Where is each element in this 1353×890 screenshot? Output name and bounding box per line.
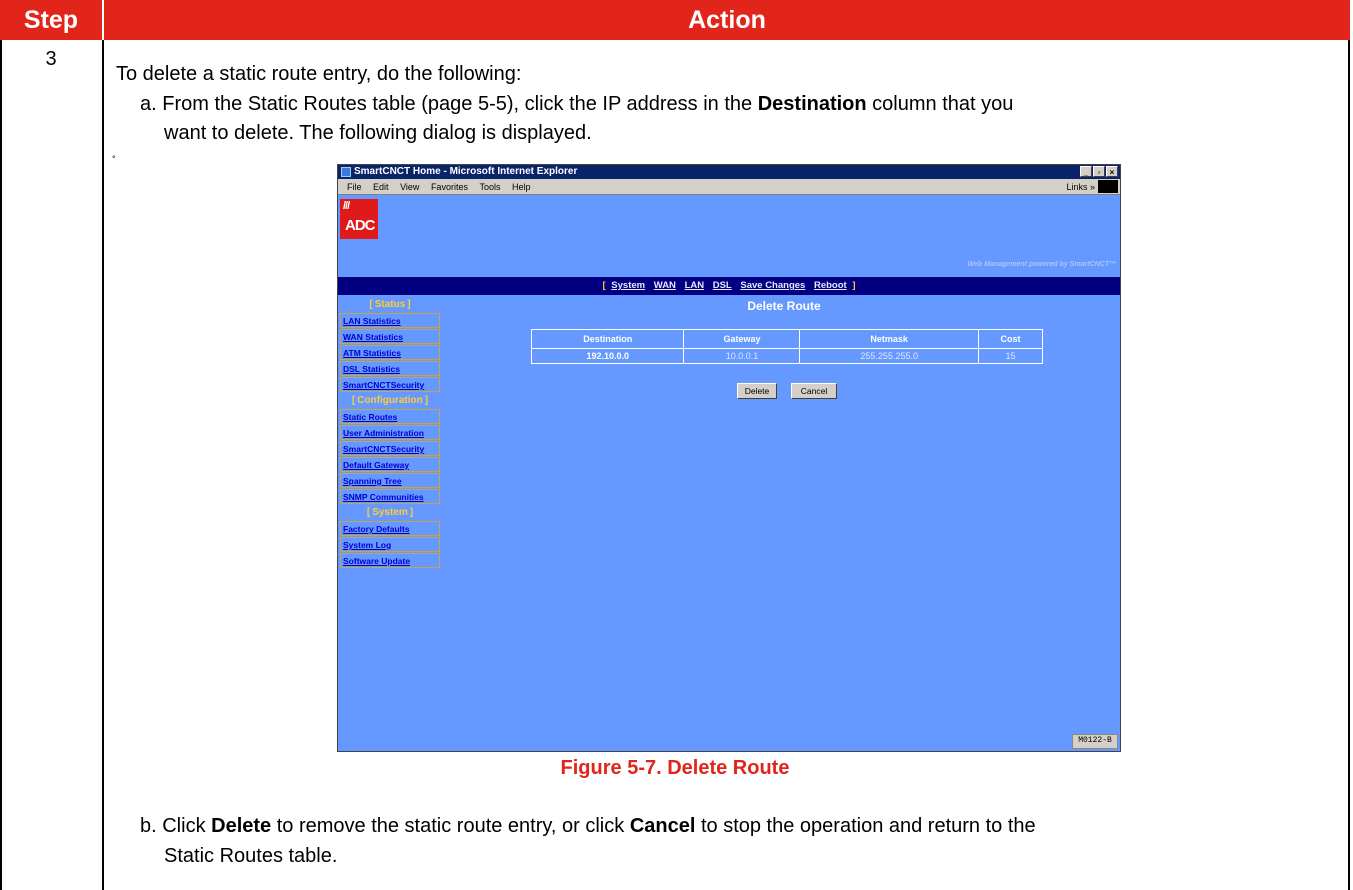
sidebar-item-snmp-communities[interactable]: SNMP Communities	[340, 489, 440, 504]
sidebar-section-system: [System]	[340, 505, 440, 521]
sidebar-item-security-status[interactable]: SmartCNCTSecurity	[340, 377, 440, 392]
nav-wan[interactable]: WAN	[654, 280, 676, 291]
powered-by-text: Web Management powered by SmartCNCT™	[967, 261, 1116, 268]
ie-app-icon	[341, 167, 351, 177]
window-controls: _ ▫ ×	[1080, 166, 1118, 177]
cell-cost: 15	[977, 348, 1044, 364]
sidebar-item-software-update[interactable]: Software Update	[340, 553, 440, 568]
step-b-p2: to remove the static route entry, or cli…	[271, 815, 630, 837]
menu-edit[interactable]: Edit	[373, 179, 389, 195]
nav-system[interactable]: System	[611, 280, 645, 291]
adc-logo: /// ADC	[340, 199, 378, 239]
minimize-icon[interactable]: _	[1080, 166, 1092, 177]
action-column-header: Action	[104, 0, 1350, 40]
step-number: 3	[45, 48, 57, 70]
cell-destination: 192.10.0.0	[530, 348, 685, 364]
step-a-line1: a. From the Static Routes table (page 5-…	[140, 90, 1013, 118]
nav-dsl[interactable]: DSL	[713, 280, 732, 291]
step-b-delete: Delete	[211, 815, 272, 837]
section-label: Configuration	[357, 395, 423, 406]
col-netmask: Netmask	[799, 329, 979, 349]
sidebar-section-configuration: [Configuration]	[340, 393, 440, 409]
sidebar-item-default-gateway[interactable]: Default Gateway	[340, 457, 440, 472]
page-title: Delete Route	[747, 299, 821, 313]
menu-favorites[interactable]: Favorites	[431, 179, 468, 195]
sidebar-item-user-administration[interactable]: User Administration	[340, 425, 440, 440]
bracket-close: ]	[407, 299, 411, 310]
cell-netmask: 255.255.255.0	[799, 348, 979, 364]
col-gateway: Gateway	[683, 329, 801, 349]
step-a-bold: Destination	[757, 93, 867, 115]
menu-bar: File Edit View Favorites Tools Help Link…	[338, 179, 1120, 195]
sidebar-item-factory-defaults[interactable]: Factory Defaults	[340, 521, 440, 536]
cell-gateway: 10.0.0.1	[683, 348, 801, 364]
sidebar-item-atm-statistics[interactable]: ATM Statistics	[340, 345, 440, 360]
logo-slashes: ///	[343, 200, 350, 212]
bracket-close: ]	[409, 507, 414, 518]
small-mark: °	[112, 154, 116, 164]
step-a-prefix: a. From the Static Routes table (page 5-…	[140, 93, 758, 115]
bracket-open: [	[366, 507, 371, 518]
browser-screenshot: SmartCNCT Home - Microsoft Internet Expl…	[337, 164, 1121, 752]
bracket-open: [	[351, 395, 356, 406]
sidebar-item-lan-statistics[interactable]: LAN Statistics	[340, 313, 440, 328]
sidebar-item-dsl-statistics[interactable]: DSL Statistics	[340, 361, 440, 376]
delete-button[interactable]: Delete	[737, 383, 777, 399]
table-header-row: Destination Gateway Netmask Cost	[530, 329, 1044, 349]
step-b-line1: b. Click Delete to remove the static rou…	[140, 812, 1036, 840]
col-cost: Cost	[977, 329, 1044, 349]
links-toolbar: Links »	[1066, 180, 1118, 193]
top-nav: [ System WAN LAN DSL Save Changes Reboot…	[338, 277, 1120, 295]
menu-file[interactable]: File	[347, 179, 362, 195]
bracket-open: [	[369, 299, 373, 310]
col-destination: Destination	[530, 329, 685, 349]
nav-bracket-open: [	[602, 280, 606, 291]
sidebar: [Status] LAN Statistics WAN Statistics A…	[340, 297, 440, 569]
windows-logo-icon	[1098, 180, 1118, 193]
sidebar-item-static-routes[interactable]: Static Routes	[340, 409, 440, 424]
sidebar-item-system-log[interactable]: System Log	[340, 537, 440, 552]
step-column-header: Step	[0, 0, 102, 40]
step-a-line2: want to delete. The following dialog is …	[164, 122, 592, 144]
nav-reboot[interactable]: Reboot	[814, 280, 847, 291]
nav-lan[interactable]: LAN	[685, 280, 705, 291]
window-title: SmartCNCT Home - Microsoft Internet Expl…	[354, 166, 578, 177]
section-label: Status	[374, 299, 406, 310]
sidebar-item-wan-statistics[interactable]: WAN Statistics	[340, 329, 440, 344]
sidebar-item-security-config[interactable]: SmartCNCTSecurity	[340, 441, 440, 456]
maximize-icon[interactable]: ▫	[1093, 166, 1105, 177]
step-a-suffix: column that you	[866, 93, 1014, 115]
section-label: System	[372, 507, 408, 518]
table-row: 192.10.0.0 10.0.0.1 255.255.255.0 15	[530, 348, 1044, 364]
menu-help[interactable]: Help	[512, 179, 531, 195]
window-titlebar: SmartCNCT Home - Microsoft Internet Expl…	[338, 165, 1120, 179]
delete-route-table: Destination Gateway Netmask Cost 192.10.…	[530, 329, 1044, 364]
step-b-cancel: Cancel	[629, 815, 696, 837]
nav-bracket-close: ]	[852, 280, 856, 291]
bracket-close: ]	[424, 395, 429, 406]
logo-text: ADC	[345, 217, 375, 234]
links-button[interactable]: Links »	[1066, 179, 1095, 195]
nav-save-changes[interactable]: Save Changes	[740, 280, 805, 291]
sidebar-item-spanning-tree[interactable]: Spanning Tree	[340, 473, 440, 488]
menu-tools[interactable]: Tools	[479, 179, 500, 195]
step-b-p1: b. Click	[140, 815, 212, 837]
menu-view[interactable]: View	[400, 179, 419, 195]
step-b-p3: to stop the operation and return to the	[695, 815, 1036, 837]
figure-id-label: M0122-B	[1072, 734, 1118, 749]
close-icon[interactable]: ×	[1106, 166, 1118, 177]
cancel-button[interactable]: Cancel	[791, 383, 837, 399]
step-b-line2: Static Routes table.	[164, 845, 338, 867]
sidebar-section-status: [Status]	[340, 297, 440, 313]
figure-caption: Figure 5-7. Delete Route	[560, 757, 790, 779]
step-intro: To delete a static route entry, do the f…	[116, 63, 522, 85]
